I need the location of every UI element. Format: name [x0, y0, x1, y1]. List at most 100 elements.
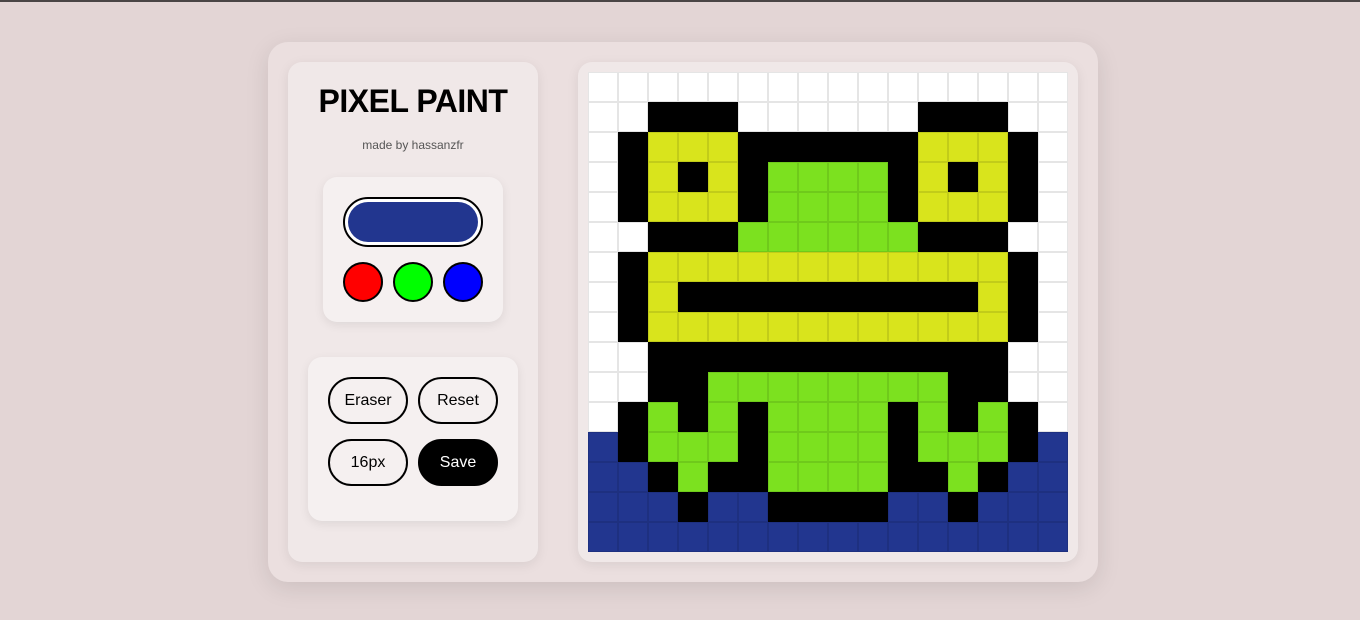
- pixel-cell[interactable]: [648, 162, 678, 192]
- pixel-cell[interactable]: [978, 222, 1008, 252]
- pixel-cell[interactable]: [798, 432, 828, 462]
- pixel-cell[interactable]: [828, 162, 858, 192]
- pixel-cell[interactable]: [678, 522, 708, 552]
- pixel-cell[interactable]: [798, 72, 828, 102]
- pixel-cell[interactable]: [768, 372, 798, 402]
- pixel-cell[interactable]: [678, 402, 708, 432]
- pixel-cell[interactable]: [768, 102, 798, 132]
- pixel-cell[interactable]: [708, 72, 738, 102]
- pixel-cell[interactable]: [828, 342, 858, 372]
- pixel-cell[interactable]: [978, 132, 1008, 162]
- pixel-cell[interactable]: [918, 342, 948, 372]
- pixel-cell[interactable]: [588, 492, 618, 522]
- pixel-cell[interactable]: [918, 312, 948, 342]
- pixel-cell[interactable]: [978, 372, 1008, 402]
- pixel-cell[interactable]: [588, 462, 618, 492]
- pixel-cell[interactable]: [738, 72, 768, 102]
- pixel-cell[interactable]: [888, 372, 918, 402]
- swatch-red[interactable]: [343, 262, 383, 302]
- pixel-cell[interactable]: [1008, 372, 1038, 402]
- pixel-cell[interactable]: [948, 102, 978, 132]
- pixel-cell[interactable]: [828, 72, 858, 102]
- pixel-cell[interactable]: [618, 162, 648, 192]
- pixel-cell[interactable]: [618, 252, 648, 282]
- pixel-cell[interactable]: [798, 252, 828, 282]
- pixel-cell[interactable]: [828, 462, 858, 492]
- pixel-cell[interactable]: [1038, 432, 1068, 462]
- pixel-cell[interactable]: [858, 132, 888, 162]
- pixel-cell[interactable]: [1008, 132, 1038, 162]
- pixel-cell[interactable]: [918, 222, 948, 252]
- pixel-cell[interactable]: [1008, 462, 1038, 492]
- pixel-cell[interactable]: [618, 402, 648, 432]
- pixel-cell[interactable]: [588, 372, 618, 402]
- pixel-cell[interactable]: [828, 132, 858, 162]
- pixel-cell[interactable]: [798, 312, 828, 342]
- reset-button[interactable]: Reset: [418, 377, 498, 424]
- pixel-cell[interactable]: [738, 132, 768, 162]
- pixel-cell[interactable]: [798, 342, 828, 372]
- pixel-cell[interactable]: [708, 102, 738, 132]
- pixel-cell[interactable]: [678, 342, 708, 372]
- pixel-cell[interactable]: [768, 132, 798, 162]
- pixel-cell[interactable]: [768, 462, 798, 492]
- pixel-cell[interactable]: [738, 342, 768, 372]
- pixel-cell[interactable]: [888, 252, 918, 282]
- pixel-cell[interactable]: [588, 72, 618, 102]
- pixel-cell[interactable]: [678, 492, 708, 522]
- pixel-cell[interactable]: [588, 222, 618, 252]
- pixel-cell[interactable]: [618, 312, 648, 342]
- pixel-cell[interactable]: [618, 282, 648, 312]
- pixel-cell[interactable]: [738, 192, 768, 222]
- pixel-cell[interactable]: [768, 342, 798, 372]
- pixel-cell[interactable]: [618, 522, 648, 552]
- pixel-cell[interactable]: [858, 432, 888, 462]
- pixel-cell[interactable]: [828, 102, 858, 132]
- pixel-cell[interactable]: [798, 522, 828, 552]
- pixel-cell[interactable]: [978, 282, 1008, 312]
- pixel-cell[interactable]: [738, 372, 768, 402]
- pixel-cell[interactable]: [828, 522, 858, 552]
- pixel-cell[interactable]: [648, 402, 678, 432]
- pixel-cell[interactable]: [648, 432, 678, 462]
- pixel-cell[interactable]: [948, 462, 978, 492]
- pixel-cell[interactable]: [768, 72, 798, 102]
- pixel-cell[interactable]: [858, 72, 888, 102]
- pixel-cell[interactable]: [678, 192, 708, 222]
- pixel-cell[interactable]: [1008, 492, 1038, 522]
- pixel-cell[interactable]: [948, 162, 978, 192]
- pixel-cell[interactable]: [678, 102, 708, 132]
- pixel-cell[interactable]: [648, 132, 678, 162]
- pixel-cell[interactable]: [708, 432, 738, 462]
- pixel-cell[interactable]: [648, 372, 678, 402]
- pixel-cell[interactable]: [798, 222, 828, 252]
- pixel-cell[interactable]: [1008, 312, 1038, 342]
- pixel-cell[interactable]: [678, 222, 708, 252]
- pixel-cell[interactable]: [888, 222, 918, 252]
- pixel-cell[interactable]: [1008, 102, 1038, 132]
- pixel-cell[interactable]: [678, 72, 708, 102]
- pixel-cell[interactable]: [948, 522, 978, 552]
- pixel-cell[interactable]: [1038, 402, 1068, 432]
- pixel-cell[interactable]: [648, 252, 678, 282]
- swatch-blue[interactable]: [443, 262, 483, 302]
- pixel-cell[interactable]: [708, 222, 738, 252]
- pixel-cell[interactable]: [708, 282, 738, 312]
- pixel-cell[interactable]: [798, 402, 828, 432]
- pixel-cell[interactable]: [1038, 492, 1068, 522]
- pixel-cell[interactable]: [978, 102, 1008, 132]
- pixel-cell[interactable]: [588, 162, 618, 192]
- pixel-cell[interactable]: [948, 132, 978, 162]
- pixel-cell[interactable]: [1008, 252, 1038, 282]
- pixel-cell[interactable]: [948, 312, 978, 342]
- pixel-cell[interactable]: [888, 192, 918, 222]
- pixel-cell[interactable]: [888, 72, 918, 102]
- pixel-cell[interactable]: [1038, 222, 1068, 252]
- pixel-cell[interactable]: [588, 282, 618, 312]
- pixel-cell[interactable]: [1038, 192, 1068, 222]
- pixel-cell[interactable]: [948, 192, 978, 222]
- pixel-cell[interactable]: [648, 312, 678, 342]
- pixel-cell[interactable]: [618, 72, 648, 102]
- pixel-cell[interactable]: [948, 432, 978, 462]
- pixel-cell[interactable]: [888, 282, 918, 312]
